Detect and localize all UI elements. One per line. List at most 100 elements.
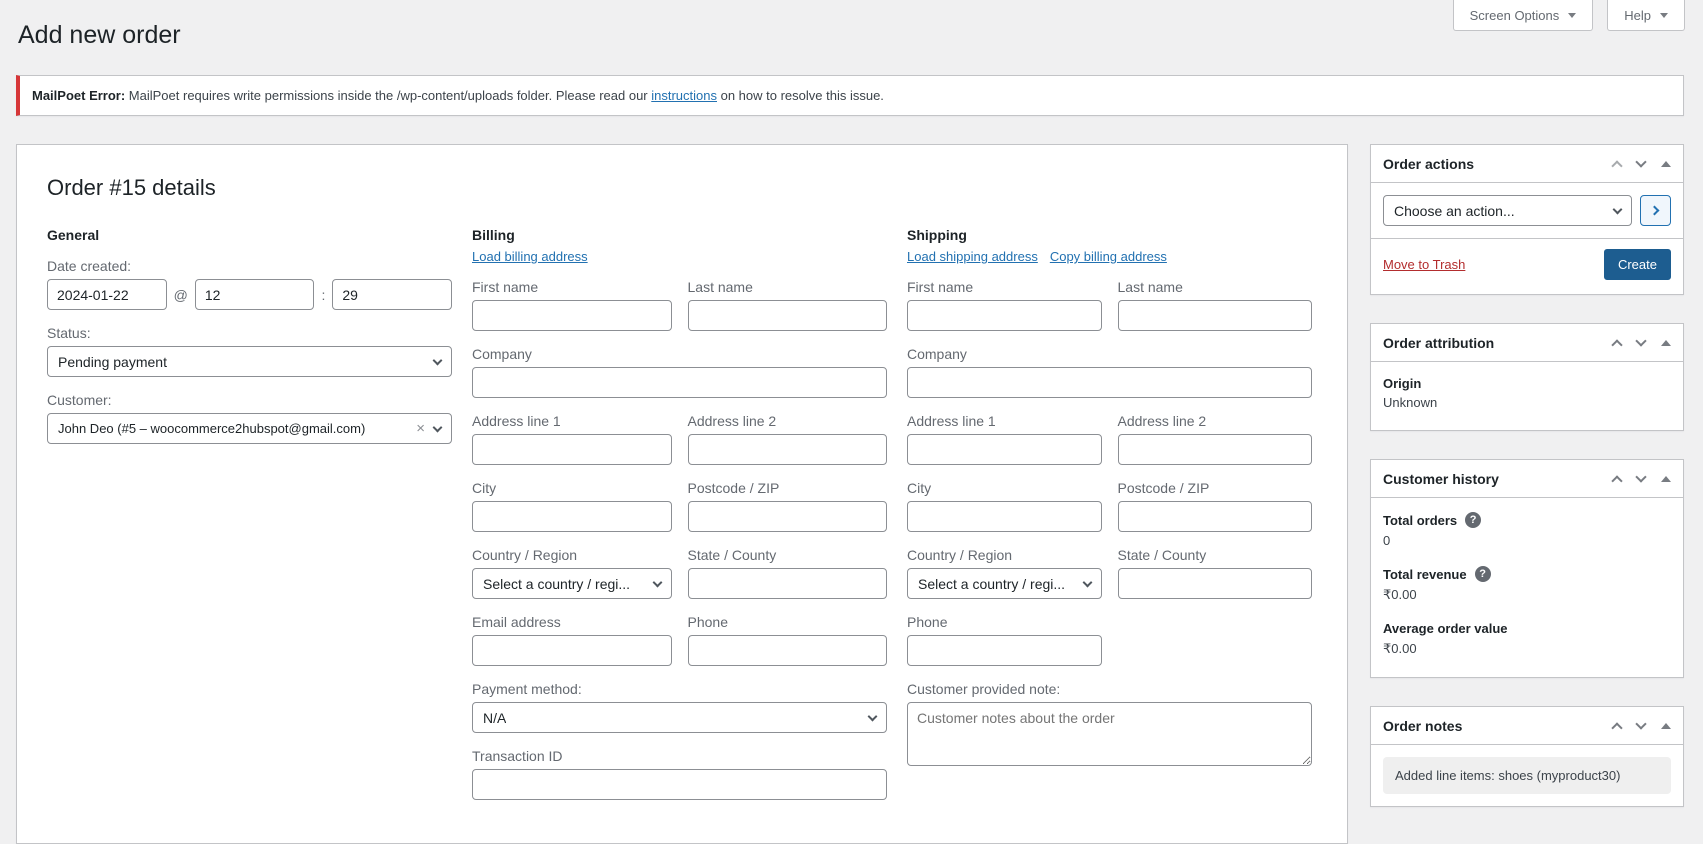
create-order-button[interactable]: Create xyxy=(1603,249,1671,280)
order-attribution-panel: Order attribution Origin Unknown xyxy=(1370,323,1684,431)
chevron-down-icon xyxy=(652,577,662,587)
billing-city-input[interactable] xyxy=(472,501,672,532)
move-panel-up-icon[interactable] xyxy=(1611,721,1623,734)
billing-address2-input[interactable] xyxy=(687,434,887,465)
transaction-id-label: Transaction ID xyxy=(472,748,563,764)
screen-options-label: Screen Options xyxy=(1469,7,1560,23)
billing-state-input[interactable] xyxy=(687,568,887,599)
chevron-down-icon xyxy=(1612,204,1623,214)
payment-method-label: Payment method: xyxy=(472,681,582,697)
customer-select[interactable]: John Deo (#5 – woocommerce2hubspot@gmail… xyxy=(47,413,452,444)
billing-state-label: State / County xyxy=(687,547,777,563)
billing-company-input[interactable] xyxy=(472,367,887,398)
order-action-select[interactable]: Choose an action... xyxy=(1383,195,1632,226)
billing-first-name-input[interactable] xyxy=(472,300,672,331)
billing-address2-label: Address line 2 xyxy=(687,413,777,429)
move-panel-down-icon[interactable] xyxy=(1635,156,1647,168)
order-data-columns: General Date created: @ : Status: Pendin… xyxy=(47,227,1317,800)
load-billing-address-link[interactable]: Load billing address xyxy=(472,249,588,264)
help-button[interactable]: Help xyxy=(1607,0,1685,31)
average-order-value-value: ₹0.00 xyxy=(1383,641,1417,656)
page-title: Add new order xyxy=(18,21,181,49)
billing-address1-input[interactable] xyxy=(472,434,672,465)
billing-country-value: Select a country / regi... xyxy=(483,575,631,592)
billing-email-input[interactable] xyxy=(472,635,672,666)
billing-column: Billing Load billing address First name … xyxy=(472,227,887,800)
copy-billing-address-link[interactable]: Copy billing address xyxy=(1050,249,1167,264)
total-revenue-row: Total revenue ? ₹0.00 xyxy=(1383,566,1671,603)
general-column: General Date created: @ : Status: Pendin… xyxy=(47,227,452,444)
move-panel-down-icon[interactable] xyxy=(1635,471,1647,483)
shipping-state-input[interactable] xyxy=(1117,568,1312,599)
billing-heading: Billing xyxy=(472,227,515,243)
move-panel-down-icon[interactable] xyxy=(1635,335,1647,347)
collapse-panel-icon[interactable] xyxy=(1661,160,1671,167)
total-orders-label: Total orders xyxy=(1383,512,1458,528)
chevron-down-icon xyxy=(432,422,443,432)
clear-selection-icon[interactable]: × xyxy=(416,421,425,436)
hour-input[interactable] xyxy=(194,279,315,310)
shipping-last-name-input[interactable] xyxy=(1117,300,1312,331)
customer-label: Customer: xyxy=(47,392,112,408)
shipping-postcode-input[interactable] xyxy=(1117,501,1312,532)
help-tip-icon[interactable]: ? xyxy=(1465,512,1482,528)
move-panel-down-icon[interactable] xyxy=(1635,718,1647,730)
transaction-id-input[interactable] xyxy=(472,769,887,800)
collapse-panel-icon[interactable] xyxy=(1661,475,1671,482)
shipping-state-label: State / County xyxy=(1117,547,1207,563)
customer-note-label: Customer provided note: xyxy=(907,681,1061,697)
billing-city-label: City xyxy=(472,480,497,496)
content-area: Order #15 details General Date created: … xyxy=(16,144,1684,844)
order-actions-panel: Order actions Choose an action... Move t… xyxy=(1370,144,1684,295)
help-label: Help xyxy=(1624,7,1651,23)
billing-last-name-input[interactable] xyxy=(687,300,887,331)
shipping-city-input[interactable] xyxy=(907,501,1102,532)
shipping-address1-input[interactable] xyxy=(907,434,1102,465)
time-separator: : xyxy=(321,286,326,303)
billing-phone-label: Phone xyxy=(687,614,728,630)
notice-body: MailPoet requires write permissions insi… xyxy=(125,88,652,103)
order-details-title: Order #15 details xyxy=(47,175,216,200)
customer-history-title: Customer history xyxy=(1383,470,1499,487)
customer-note-textarea[interactable] xyxy=(907,702,1312,766)
billing-phone-input[interactable] xyxy=(687,635,887,666)
help-tip-icon[interactable]: ? xyxy=(1474,566,1491,582)
shipping-country-select[interactable]: Select a country / regi... xyxy=(907,568,1102,599)
shipping-phone-input[interactable] xyxy=(907,635,1102,666)
shipping-country-value: Select a country / regi... xyxy=(918,575,1066,592)
shipping-country-label: Country / Region xyxy=(907,547,1013,563)
shipping-column: Shipping Load shipping address Copy bill… xyxy=(907,227,1312,769)
instructions-link[interactable]: instructions xyxy=(651,88,717,103)
sidebar: Order actions Choose an action... Move t… xyxy=(1370,144,1684,807)
caret-down-icon xyxy=(1660,12,1668,18)
order-status-select[interactable]: Pending payment xyxy=(47,346,452,377)
payment-method-value: N/A xyxy=(483,709,507,726)
billing-postcode-input[interactable] xyxy=(687,501,887,532)
shipping-address2-input[interactable] xyxy=(1117,434,1312,465)
screen-options-button[interactable]: Screen Options xyxy=(1452,0,1594,31)
date-created-input[interactable] xyxy=(47,279,167,310)
date-created-row: @ : xyxy=(47,279,452,310)
load-shipping-address-link[interactable]: Load shipping address xyxy=(907,249,1038,264)
chevron-down-icon xyxy=(867,711,878,721)
chevron-right-icon xyxy=(1649,205,1660,216)
move-to-trash-link[interactable]: Move to Trash xyxy=(1383,257,1465,272)
collapse-panel-icon[interactable] xyxy=(1661,722,1671,729)
move-panel-up-icon[interactable] xyxy=(1611,159,1623,172)
shipping-first-name-input[interactable] xyxy=(907,300,1102,331)
billing-country-select[interactable]: Select a country / regi... xyxy=(472,568,672,599)
at-symbol: @ xyxy=(173,286,188,303)
apply-action-button[interactable] xyxy=(1640,195,1671,226)
shipping-address1-label: Address line 1 xyxy=(907,413,996,429)
collapse-panel-icon[interactable] xyxy=(1661,339,1671,346)
screen-meta-links: Screen Options Help xyxy=(1452,0,1685,31)
move-panel-up-icon[interactable] xyxy=(1611,474,1623,487)
payment-method-select[interactable]: N/A xyxy=(472,702,887,733)
shipping-company-input[interactable] xyxy=(907,367,1312,398)
shipping-city-label: City xyxy=(907,480,932,496)
minute-input[interactable] xyxy=(332,279,452,310)
mailpoet-error-notice: MailPoet Error: MailPoet requires write … xyxy=(16,75,1684,116)
origin-value: Unknown xyxy=(1383,395,1438,410)
billing-country-label: Country / Region xyxy=(472,547,578,563)
move-panel-up-icon[interactable] xyxy=(1611,338,1623,351)
